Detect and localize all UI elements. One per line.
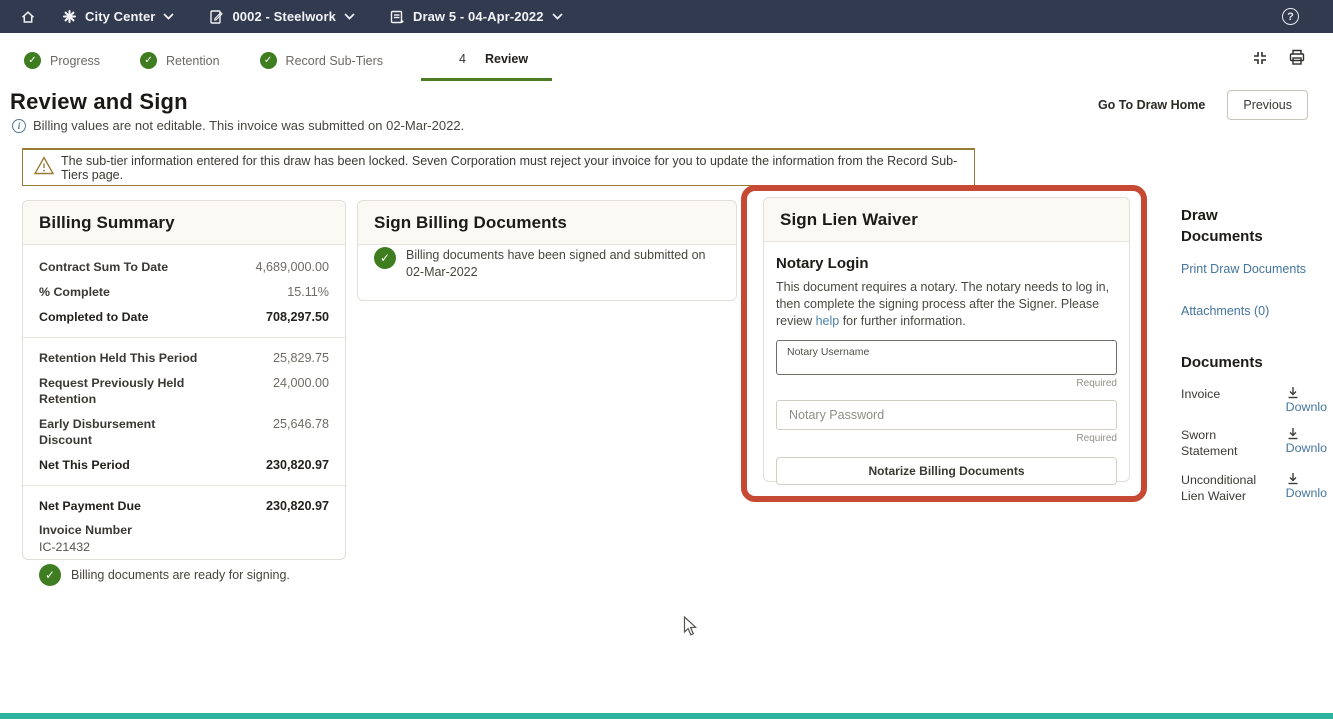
app-window: City Center 0002 - Steelwork Draw 5 - 04… [0, 0, 1333, 719]
summary-row: Request Previously Held Retention 24,000… [39, 376, 329, 406]
warning-icon [33, 155, 55, 181]
billing-summary-panel: Billing Summary Contract Sum To Date 4,6… [22, 200, 346, 586]
lien-waiver-body: Notary Login This document requires a no… [764, 242, 1129, 498]
bottom-accent-bar [0, 713, 1333, 719]
summary-row: % Complete 15.11% [39, 285, 329, 299]
project-icon [62, 9, 77, 24]
notarize-billing-documents-button[interactable]: Notarize Billing Documents [776, 457, 1117, 485]
page-toolbar [1251, 48, 1307, 72]
notary-description: This document requires a notary. The not… [776, 280, 1110, 328]
download-icon [1288, 428, 1298, 440]
summary-row: Completed to Date 708,297.50 [39, 310, 329, 324]
document-name: Unconditional Lien Waiver [1181, 473, 1257, 503]
top-navigation-bar: City Center 0002 - Steelwork Draw 5 - 04… [0, 0, 1333, 33]
title-actions: Go To Draw Home Previous [1098, 90, 1308, 120]
sign-lien-waiver-panel: Sign Lien Waiver Notary Login This docum… [763, 197, 1130, 485]
sign-billing-documents-panel: Sign Billing Documents ✓ Billing documen… [357, 200, 737, 301]
document-name: Invoice [1181, 387, 1221, 401]
lien-waiver-title: Sign Lien Waiver [780, 210, 918, 229]
help-link[interactable]: help [816, 314, 840, 328]
billing-summary-title: Billing Summary [39, 213, 175, 232]
step-record-sub-tiers[interactable]: ✓ Record Sub-Tiers [258, 40, 386, 81]
project-name: City Center [85, 9, 156, 24]
home-button[interactable] [20, 9, 36, 25]
step-review[interactable]: 4 Review [421, 40, 553, 81]
document-name: Sworn Statement [1181, 428, 1238, 458]
chevron-down-icon [163, 13, 175, 20]
summary-row: Net This Period 230,820.97 [39, 458, 329, 472]
sign-billing-header: Sign Billing Documents [358, 201, 736, 245]
download-sworn-statement[interactable]: Downlo [1286, 427, 1327, 459]
summary-row: Contract Sum To Date 4,689,000.00 [39, 260, 329, 274]
check-icon: ✓ [24, 52, 41, 69]
required-hint: Required [1076, 378, 1117, 389]
help-icon[interactable]: ? [1282, 8, 1299, 25]
step-retention[interactable]: ✓ Retention [138, 40, 222, 81]
check-icon: ✓ [374, 247, 396, 269]
notary-username-label: Notary Username [787, 346, 870, 358]
draw-stepper: ✓ Progress ✓ Retention ✓ Record Sub-Tier… [22, 40, 553, 81]
check-icon: ✓ [259, 52, 277, 69]
divider [23, 337, 345, 338]
home-icon [20, 9, 36, 25]
chevron-down-icon [551, 13, 563, 20]
summary-row: Retention Held This Period 25,829.75 [39, 351, 329, 365]
warning-banner: The sub-tier information entered for thi… [22, 148, 975, 186]
download-unconditional-lien-waiver[interactable]: Downlo [1286, 472, 1327, 504]
billing-summary-header: Billing Summary [23, 201, 345, 245]
info-line: i Billing values are not editable. This … [12, 118, 464, 133]
info-text: Billing values are not editable. This in… [33, 118, 465, 133]
sign-billing-title: Sign Billing Documents [374, 213, 567, 232]
check-icon: ✓ [140, 52, 158, 69]
previous-button[interactable]: Previous [1227, 90, 1308, 120]
notary-password-input[interactable] [789, 408, 1104, 422]
document-row: Unconditional Lien Waiver Downlo [1181, 472, 1327, 504]
ready-note: ✓ Billing documents are ready for signin… [39, 564, 329, 586]
draw-selector[interactable]: Draw 5 - 04-Apr-2022 [389, 9, 563, 25]
step-number: 4 [459, 52, 466, 66]
check-icon: ✓ [39, 564, 61, 586]
summary-row: Net Payment Due 230,820.97 [39, 499, 329, 513]
step-progress[interactable]: ✓ Progress [22, 40, 102, 81]
page-title: Review and Sign [10, 89, 188, 114]
draw-name: Draw 5 - 04-Apr-2022 [412, 9, 544, 24]
download-icon [1288, 387, 1298, 399]
billing-summary-body: Contract Sum To Date 4,689,000.00 % Comp… [23, 245, 345, 600]
contract-name: 0002 - Steelwork [232, 9, 336, 24]
print-icon[interactable] [1287, 48, 1307, 72]
contract-selector[interactable]: 0002 - Steelwork [208, 9, 355, 25]
divider [23, 485, 345, 486]
lien-waiver-header: Sign Lien Waiver [764, 198, 1129, 242]
attachments-link[interactable]: Attachments (0) [1181, 304, 1327, 318]
contract-document-icon [208, 9, 224, 25]
download-invoice[interactable]: Downlo [1286, 386, 1327, 414]
right-sidebar: Draw Documents Print Draw Documents Atta… [1181, 205, 1327, 517]
invoice-number-value: IC-21432 [39, 540, 90, 554]
notary-login-heading: Notary Login [776, 255, 869, 272]
documents-heading: Documents [1181, 354, 1263, 371]
document-row: Sworn Statement Downlo [1181, 427, 1327, 459]
warning-text: The sub-tier information entered for thi… [61, 153, 958, 182]
project-selector[interactable]: City Center [62, 9, 175, 24]
download-icon [1288, 473, 1298, 485]
info-icon: i [12, 118, 26, 133]
draw-documents-heading: Draw Documents [1181, 207, 1263, 245]
notary-password-field[interactable] [776, 400, 1117, 430]
mouse-cursor [683, 615, 698, 642]
chevron-down-icon [344, 13, 355, 20]
invoice-number-label: Invoice Number [39, 523, 132, 537]
summary-row: Early Disbursement Discount 25,646.78 [39, 417, 329, 447]
sign-billing-status: ✓ Billing documents have been signed and… [358, 245, 736, 295]
notary-username-input[interactable]: Notary Username [776, 340, 1117, 375]
required-hint: Required [1076, 433, 1117, 444]
print-draw-documents-link[interactable]: Print Draw Documents [1181, 262, 1327, 276]
go-to-draw-home-link[interactable]: Go To Draw Home [1098, 98, 1205, 112]
draw-list-icon [389, 9, 405, 25]
document-row: Invoice Downlo [1181, 386, 1327, 414]
collapse-icon[interactable] [1251, 49, 1269, 72]
